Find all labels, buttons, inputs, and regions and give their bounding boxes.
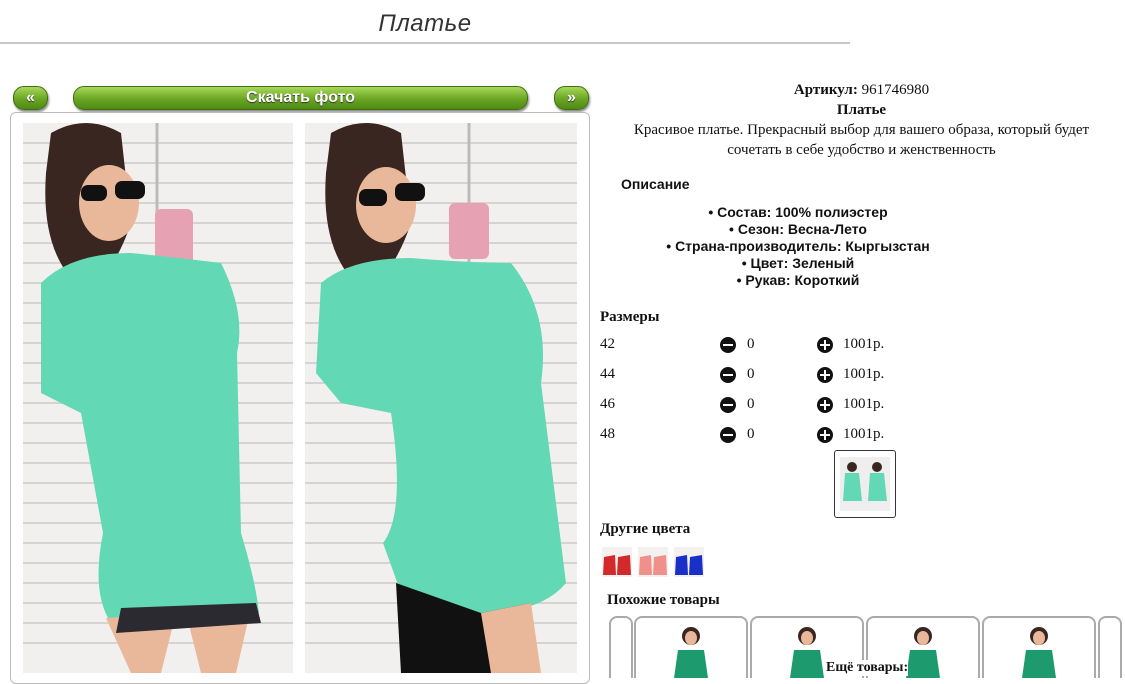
decrease-quantity-icon[interactable] xyxy=(720,397,736,413)
product-info: Артикул: 961746980 Платье Красивое плать… xyxy=(598,80,1125,678)
specs-list: Состав: 100% полиэстер Сезон: Весна-Лето… xyxy=(598,204,998,289)
similar-products-title: Похожие товары xyxy=(607,592,720,608)
color-swatch-pink[interactable] xyxy=(638,547,668,577)
color-swatch-blue[interactable] xyxy=(674,547,704,577)
spec-item: Состав: 100% полиэстер xyxy=(598,204,998,221)
increase-quantity-icon[interactable] xyxy=(817,367,833,383)
more-products-label[interactable]: Ещё товары: xyxy=(826,660,909,676)
size-row: 42 0 1001р. xyxy=(600,336,900,358)
article-line: Артикул: 961746980 xyxy=(598,80,1125,100)
size-price: 1001р. xyxy=(843,366,885,382)
size-price: 1001р. xyxy=(843,396,885,412)
specs-title: Описание xyxy=(621,176,690,192)
swatch-blue-image xyxy=(674,547,704,577)
spec-item: Сезон: Весна-Лето xyxy=(598,221,998,238)
size-row: 48 0 1001р. xyxy=(600,426,900,448)
size-label: 44 xyxy=(600,366,615,382)
sizes-title: Размеры xyxy=(600,309,660,325)
size-price: 1001р. xyxy=(843,426,885,442)
size-price: 1001р. xyxy=(843,336,885,352)
increase-quantity-icon[interactable] xyxy=(817,427,833,443)
size-label: 46 xyxy=(600,396,615,412)
size-label: 48 xyxy=(600,426,615,442)
product-photo-image xyxy=(23,123,577,673)
quantity-value: 0 xyxy=(747,336,755,352)
spec-item: Цвет: Зеленый xyxy=(598,255,998,272)
spec-item: Рукав: Короткий xyxy=(598,272,998,289)
similar-product-card[interactable] xyxy=(609,616,633,678)
photo-thumbnail[interactable] xyxy=(834,450,896,518)
photo-thumbnail-image xyxy=(840,457,890,511)
decrease-quantity-icon[interactable] xyxy=(720,337,736,353)
swatch-pink-image xyxy=(638,547,668,577)
quantity-value: 0 xyxy=(747,396,755,412)
decrease-quantity-icon[interactable] xyxy=(720,427,736,443)
article-value: 961746980 xyxy=(861,82,930,98)
quantity-value: 0 xyxy=(747,366,755,382)
product-description: Красивое платье. Прекрасный выбор для ва… xyxy=(633,122,1090,158)
prev-photo-button[interactable]: « xyxy=(13,86,48,110)
similar-product-card[interactable] xyxy=(982,616,1096,678)
similar-product-image xyxy=(674,627,708,678)
page-header: Платье xyxy=(0,0,850,44)
quantity-value: 0 xyxy=(747,426,755,442)
increase-quantity-icon[interactable] xyxy=(817,337,833,353)
spec-item: Страна-производитель: Кыргызстан xyxy=(598,238,998,255)
page-title: Платье xyxy=(378,10,472,37)
swatch-red-image xyxy=(602,547,632,577)
decrease-quantity-icon[interactable] xyxy=(720,367,736,383)
download-photo-button[interactable]: Скачать фото xyxy=(73,86,528,110)
product-name: Платье xyxy=(836,102,887,118)
similar-product-image xyxy=(1022,627,1056,678)
size-row: 46 0 1001р. xyxy=(600,396,900,418)
product-photo xyxy=(10,112,590,684)
similar-product-card[interactable] xyxy=(1098,616,1122,678)
other-colors-title: Другие цвета xyxy=(600,521,691,537)
size-row: 44 0 1001р. xyxy=(600,366,900,388)
size-label: 42 xyxy=(600,336,615,352)
next-photo-button[interactable]: » xyxy=(554,86,589,110)
article-label: Артикул: xyxy=(793,82,858,98)
increase-quantity-icon[interactable] xyxy=(817,397,833,413)
color-swatch-red[interactable] xyxy=(602,547,632,577)
similar-product-card[interactable] xyxy=(634,616,748,678)
